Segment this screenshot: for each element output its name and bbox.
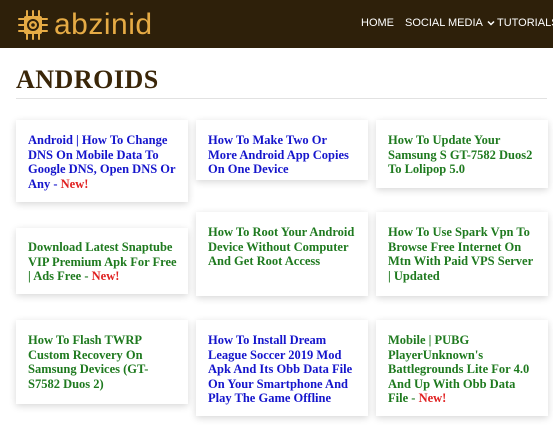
post-title: How To Use Spark Vpn To Browse Free Inte… bbox=[388, 225, 533, 283]
post-card: How To Flash TWRP Custom Recovery On Sam… bbox=[16, 320, 188, 404]
nav-social-media-label: SOCIAL MEDIA bbox=[405, 17, 483, 29]
post-card: Download Latest Snaptube VIP Premium Apk… bbox=[16, 228, 188, 294]
post-card: How To Root Your Android Device Without … bbox=[196, 212, 368, 296]
new-badge: New! bbox=[418, 391, 447, 405]
post-link[interactable]: How To Use Spark Vpn To Browse Free Inte… bbox=[388, 225, 538, 283]
post-title: How To Install Dream League Soccer 2019 … bbox=[208, 333, 353, 405]
brand-name: abzinid bbox=[54, 8, 153, 41]
post-link[interactable]: How To Flash TWRP Custom Recovery On Sam… bbox=[28, 333, 178, 391]
post-card: How To Install Dream League Soccer 2019 … bbox=[196, 320, 368, 416]
post-card: Android | How To Change DNS On Mobile Da… bbox=[16, 120, 188, 202]
site-header: abzinid HOME SOCIAL MEDIA TUTORIALS bbox=[0, 0, 553, 48]
nav-tutorials[interactable]: TUTORIALS bbox=[497, 17, 553, 29]
post-separator: - bbox=[81, 269, 92, 283]
site-logo[interactable]: abzinid bbox=[18, 10, 153, 40]
page-title: ANDROIDS bbox=[16, 65, 159, 94]
post-card: How To Update Your Samsung S GT-7582 Duo… bbox=[376, 120, 548, 188]
post-card: How To Make Two Or More Android App Copi… bbox=[196, 120, 368, 180]
post-link[interactable]: How To Root Your Android Device Without … bbox=[208, 225, 358, 269]
title-divider bbox=[16, 98, 547, 99]
post-title: How To Update Your Samsung S GT-7582 Duo… bbox=[388, 133, 533, 176]
post-card: How To Use Spark Vpn To Browse Free Inte… bbox=[376, 212, 548, 296]
new-badge: New! bbox=[91, 269, 120, 283]
post-separator: - bbox=[408, 391, 419, 405]
post-link[interactable]: How To Make Two Or More Android App Copi… bbox=[208, 133, 358, 177]
post-separator: - bbox=[50, 176, 61, 191]
chip-icon bbox=[18, 10, 48, 40]
post-title: How To Flash TWRP Custom Recovery On Sam… bbox=[28, 333, 149, 391]
post-link[interactable]: How To Update Your Samsung S GT-7582 Duo… bbox=[388, 133, 538, 177]
nav-home[interactable]: HOME bbox=[361, 17, 394, 29]
nav-social-media[interactable]: SOCIAL MEDIA bbox=[405, 17, 495, 29]
post-title: How To Make Two Or More Android App Copi… bbox=[208, 133, 349, 176]
post-title: How To Root Your Android Device Without … bbox=[208, 225, 355, 268]
new-badge: New! bbox=[60, 176, 89, 191]
post-link[interactable]: How To Install Dream League Soccer 2019 … bbox=[208, 333, 358, 406]
post-link[interactable]: Android | How To Change DNS On Mobile Da… bbox=[28, 133, 176, 191]
post-card: Mobile | PUBG PlayerUnknown's Battlegrou… bbox=[376, 320, 548, 416]
post-link[interactable]: Download Latest Snaptube VIP Premium Apk… bbox=[28, 240, 178, 284]
chevron-down-icon bbox=[487, 17, 495, 29]
post-link[interactable]: Mobile | PUBG PlayerUnknown's Battlegrou… bbox=[388, 333, 538, 406]
